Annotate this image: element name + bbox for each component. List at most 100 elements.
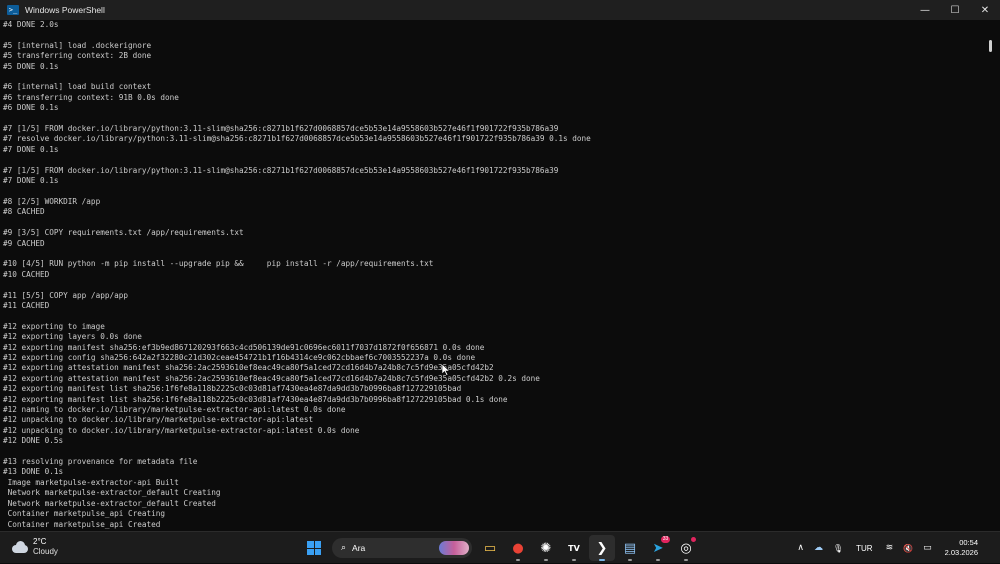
notepad-taskbar-button[interactable]: ▤ [617,535,643,561]
terminal-line: Container marketpulse_api Creating [3,509,165,519]
window-controls: — ☐ ✕ [910,0,1000,20]
terminal-line: #6 DONE 0.1s [3,103,59,113]
terminal-line: #8 [2/5] WORKDIR /app [3,196,101,206]
chrome-taskbar-button[interactable]: ● [505,535,531,561]
terminal-line: #6 transferring context: 91B 0.0s done [3,92,179,102]
terminal-line: #9 [3/5] COPY requirements.txt /app/requ… [3,228,244,238]
running-indicator [572,559,576,561]
terminal-line: #10 [4/5] RUN python -m pip install --up… [3,259,434,269]
weather-condition: Cloudy [33,547,58,556]
maximize-button[interactable]: ☐ [940,0,970,20]
running-indicator [516,559,520,561]
windows-logo-icon [307,541,321,555]
terminal-line: #7 DONE 0.1s [3,144,59,154]
language-indicator[interactable]: TUR [856,544,872,553]
terminal-line: #7 [1/5] FROM docker.io/library/python:3… [3,165,559,175]
terminal-line: #6 [internal] load build context [3,82,152,92]
recording-indicator-icon [691,537,696,542]
terminal-line: #9 CACHED [3,238,45,248]
terminal-line: #12 exporting layers 0.0s done [3,332,142,342]
clock[interactable]: 00:54 2.03.2026 [945,538,978,558]
running-indicator [599,559,605,561]
pinned-apps: ▭ ● ✺ TV ❯ ▤ ➤ 33 ◎ [476,535,700,561]
weather-widget[interactable]: 2°C Cloudy [12,537,58,557]
clock-date: 2.03.2026 [944,548,978,557]
title-bar[interactable]: >_ Windows PowerShell — ☐ ✕ [0,0,1000,20]
search-label: Ara [352,543,366,553]
terminal-line: #11 CACHED [3,300,50,310]
notepad-icon: ▤ [623,540,637,556]
terminal-line: Network marketpulse-extractor_default Cr… [3,488,221,498]
recorder-taskbar-button[interactable]: ◎ [673,535,699,561]
telegram-icon: ➤ [652,540,664,556]
running-indicator [684,559,688,561]
powershell-taskbar-icon: ❯ [596,540,608,556]
recorder-icon: ◎ [680,540,692,556]
terminal-line: #12 exporting attestation manifest sha25… [3,373,540,383]
window-title: Windows PowerShell [25,5,105,15]
clock-time: 00:54 [959,538,978,547]
terminal-line: #12 exporting to image [3,321,105,331]
chatgpt-icon: ✺ [540,540,552,556]
search-icon: ⌕ [341,543,347,553]
file-explorer-taskbar-button[interactable]: ▭ [477,535,503,561]
cloud-icon [12,541,28,553]
microphone-icon[interactable]: 🎙 [833,544,843,553]
powershell-taskbar-taskbar-button[interactable]: ❯ [589,535,615,561]
show-hidden-icons-button[interactable]: ∧ [797,543,804,553]
minimize-button[interactable]: — [910,0,940,20]
terminal-line: #7 resolve docker.io/library/python:3.11… [3,134,591,144]
close-button[interactable]: ✕ [970,0,1000,20]
volume-muted-icon[interactable]: 🔇 [903,544,913,553]
terminal-line: #12 exporting manifest list sha256:1f6fe… [3,394,508,404]
running-indicator [656,559,660,561]
terminal-line: Image marketpulse-extractor-api Built [3,477,179,487]
tradingview-icon: TV [568,543,580,553]
scrollbar-thumb[interactable] [989,40,992,52]
terminal-output[interactable]: #4 DONE 2.0s #5 [internal] load .dockerig… [3,20,983,531]
scrollbar[interactable] [985,20,1000,531]
chatgpt-taskbar-button[interactable]: ✺ [533,535,559,561]
powershell-window: >_ Windows PowerShell — ☐ ✕ #4 DONE 2.0s… [0,0,1000,531]
tradingview-taskbar-button[interactable]: TV [561,535,587,561]
terminal-line: #4 DONE 2.0s [3,20,59,29]
terminal-line: #13 DONE 0.1s [3,467,64,477]
weather-temperature: 2°C [33,537,47,546]
terminal-line: #12 DONE 0.5s [3,436,64,446]
onedrive-icon[interactable]: ☁ [814,543,823,553]
terminal-line: #12 unpacking to docker.io/library/marke… [3,415,314,425]
terminal-line: #5 [internal] load .dockerignore [3,40,152,50]
chrome-icon: ● [512,540,524,556]
search-box[interactable]: ⌕ Ara [332,538,472,558]
terminal-line: #7 DONE 0.1s [3,176,59,186]
battery-icon[interactable]: ▭ [923,543,932,553]
terminal-line: #13 resolving provenance for metadata fi… [3,457,198,467]
taskbar-center: ⌕ Ara ▭ ● ✺ TV ❯ ▤ ➤ 33 ◎ [300,535,700,561]
terminal-line: #7 [1/5] FROM docker.io/library/python:3… [3,124,559,134]
terminal-line: #8 CACHED [3,207,45,217]
terminal-line: #12 exporting attestation manifest sha25… [3,363,494,373]
system-tray: ∧ ☁ 🎙 TUR ≋ 🔇 ▭ 00:54 2.03.2026 [792,532,1000,564]
powershell-icon: >_ [7,5,19,15]
mouse-cursor-icon [442,364,450,376]
telegram-taskbar-button[interactable]: ➤ 33 [645,535,671,561]
terminal-line: #12 naming to docker.io/library/marketpu… [3,405,346,415]
terminal-line: Container marketpulse_api Created [3,519,161,529]
terminal-line: #5 DONE 0.1s [3,61,59,71]
terminal-line: Network marketpulse-extractor_default Cr… [3,498,216,508]
running-indicator [544,559,548,561]
start-button[interactable] [301,535,327,561]
terminal-line: #12 exporting config sha256:642a2f32280c… [3,353,476,362]
notification-badge: 33 [661,536,670,543]
terminal-line: #12 exporting manifest sha256:ef3b9ed867… [3,342,485,352]
wifi-icon[interactable]: ≋ [886,543,894,553]
